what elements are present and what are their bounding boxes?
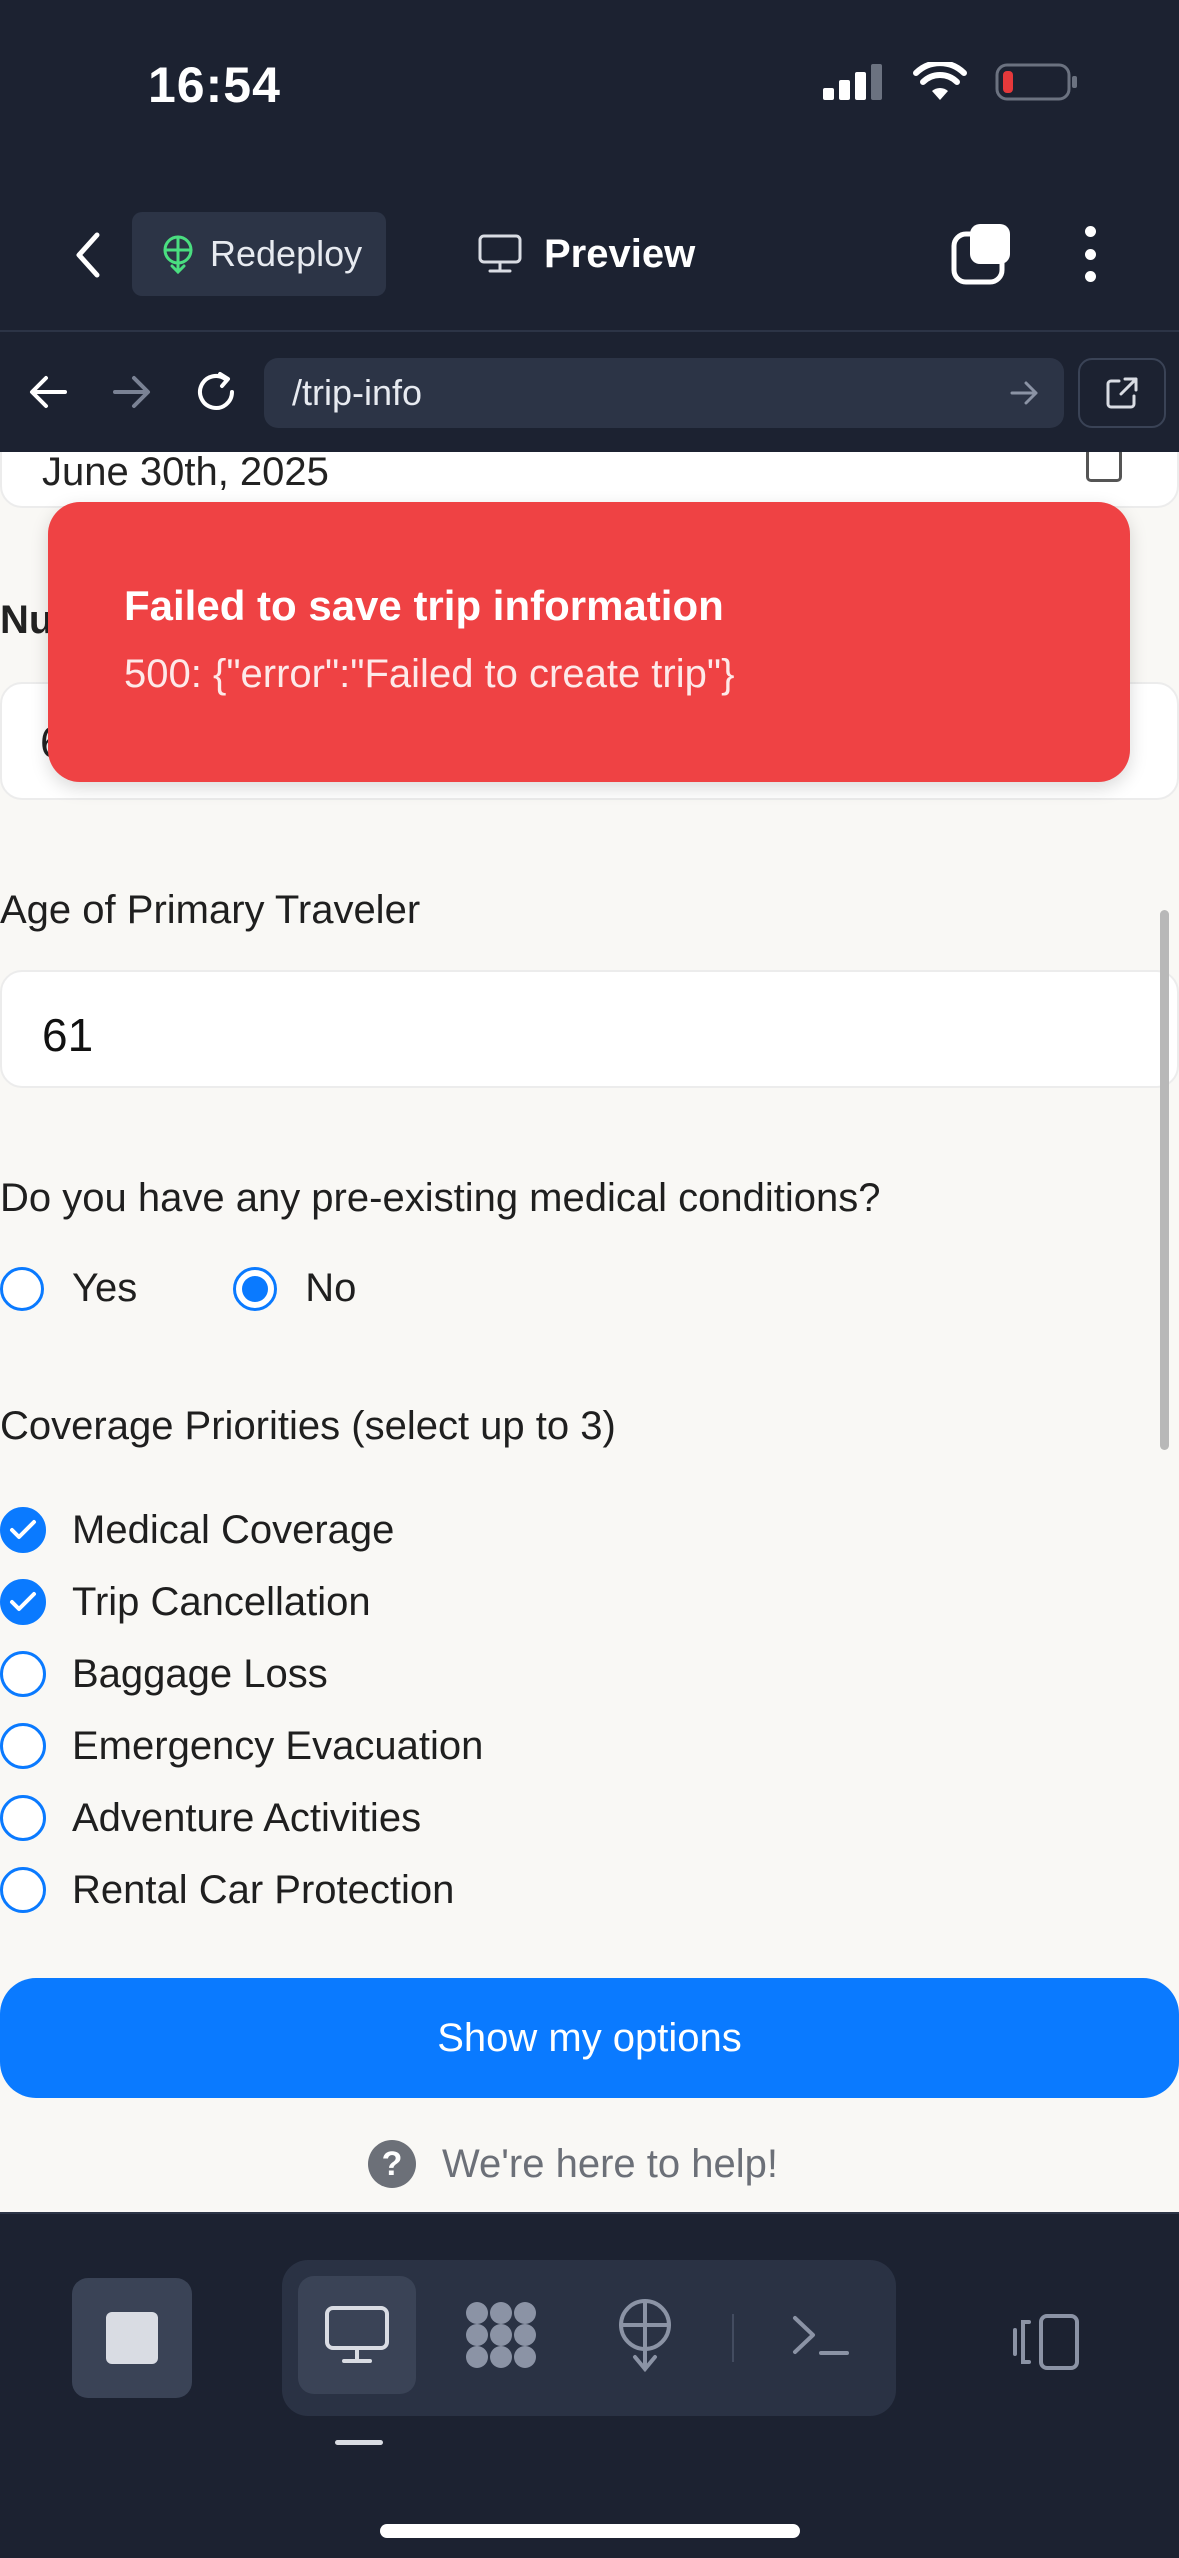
checkbox[interactable] (0, 1795, 46, 1841)
active-tab-indicator (335, 2440, 383, 2445)
status-icons (823, 62, 1079, 102)
radio-no[interactable] (233, 1266, 278, 1311)
browser-back-button[interactable] (18, 362, 78, 422)
panel-toggle-button[interactable] (1006, 2302, 1086, 2382)
panel-icon (1013, 2314, 1079, 2370)
copy-icon (951, 224, 1010, 285)
browser-forward-button[interactable] (102, 362, 162, 422)
priority-label: Trip Cancellation (72, 1579, 371, 1624)
priorities-list: Medical Coverage Trip Cancellation Bagga… (0, 1494, 483, 1926)
error-toast[interactable]: Failed to save trip information 500: {"e… (48, 502, 1130, 782)
shell-tool-button[interactable] (762, 2276, 880, 2394)
tool-switcher (282, 2260, 896, 2416)
travel-date-value: June 30th, 2025 (42, 452, 329, 494)
bottom-toolbar (0, 2212, 1179, 2558)
monitor-icon (478, 234, 522, 273)
priority-emergency-evacuation[interactable]: Emergency Evacuation (0, 1710, 483, 1782)
medical-question: Do you have any pre-existing medical con… (0, 1176, 881, 1220)
home-indicator[interactable] (380, 2524, 800, 2538)
agent-tool-button[interactable] (442, 2276, 560, 2394)
error-toast-title: Failed to save trip information (124, 582, 724, 629)
priority-label: Emergency Evacuation (72, 1723, 484, 1768)
arrow-left-icon (30, 376, 67, 408)
error-toast-message: 500: {"error":"Failed to create trip"} (124, 652, 735, 696)
browser-url-bar: /trip-info (0, 332, 1179, 452)
tool-divider (732, 2314, 734, 2362)
age-field[interactable]: 61 (0, 970, 1179, 1088)
preview-tool-button[interactable] (298, 2276, 416, 2394)
more-dot (1084, 271, 1096, 282)
tabs-button[interactable] (950, 222, 1014, 286)
help-row[interactable]: ? We're here to help! (368, 2140, 778, 2188)
checkbox[interactable] (0, 1867, 46, 1913)
more-dot (1084, 226, 1096, 237)
help-icon: ? (368, 2140, 416, 2188)
priority-rental-car-protection[interactable]: Rental Car Protection (0, 1854, 483, 1926)
reload-button[interactable] (186, 362, 246, 422)
preview-label: Preview (544, 231, 696, 276)
chevron-left-icon (76, 232, 100, 278)
checkmark-icon (10, 1592, 36, 1611)
priority-label: Adventure Activities (72, 1795, 422, 1840)
monitor-icon (325, 2306, 389, 2363)
show-options-button[interactable]: Show my options (0, 1978, 1179, 2098)
url-text: /trip-info (292, 372, 423, 413)
priorities-label: Coverage Priorities (select up to 3) (0, 1404, 616, 1448)
status-bar: 16:54 (0, 0, 1179, 180)
radio-yes[interactable] (0, 1266, 44, 1311)
checkbox-checked[interactable] (0, 1579, 46, 1625)
checkbox[interactable] (0, 1723, 46, 1769)
url-field[interactable]: /trip-info (264, 358, 1064, 428)
agent-icon (466, 2302, 536, 2368)
wifi-icon (913, 62, 967, 100)
travelers-label: Nu (0, 598, 54, 642)
priority-baggage-loss[interactable]: Baggage Loss (0, 1638, 483, 1710)
radio-no-label[interactable]: No (305, 1266, 356, 1311)
age-label: Age of Primary Traveler (0, 888, 421, 932)
url-go-icon[interactable] (1008, 376, 1042, 410)
more-dot (1084, 248, 1096, 260)
travel-date-field[interactable]: June 30th, 2025 (0, 452, 1179, 508)
checkbox-checked[interactable] (0, 1507, 46, 1553)
more-options-button[interactable] (1070, 222, 1110, 286)
terminal-icon (793, 2316, 849, 2355)
scrollbar-thumb[interactable] (1160, 910, 1169, 1450)
preview-tab[interactable]: Preview (478, 216, 695, 292)
back-button[interactable] (58, 220, 118, 290)
status-time: 16:54 (148, 57, 281, 113)
priority-trip-cancellation[interactable]: Trip Cancellation (0, 1566, 483, 1638)
arrow-right-icon (113, 376, 150, 408)
reload-icon (198, 372, 234, 410)
medical-radio-group: Yes No (0, 1266, 356, 1311)
page-content: June 30th, 2025 Nu 6 Age of Primary Trav… (0, 452, 1179, 2212)
priority-medical-coverage[interactable]: Medical Coverage (0, 1494, 483, 1566)
redeploy-label: Redeploy (210, 233, 363, 274)
priority-label: Rental Car Protection (72, 1867, 455, 1912)
calendar-icon[interactable] (1086, 452, 1122, 482)
app-header: Redeploy Preview (0, 180, 1179, 332)
priority-label: Baggage Loss (72, 1651, 328, 1696)
stop-icon (106, 2312, 158, 2364)
deploy-tool-button[interactable] (586, 2276, 704, 2394)
deploy-globe-icon (619, 2299, 671, 2373)
checkmark-icon (10, 1520, 36, 1539)
battery-icon (995, 63, 1077, 101)
help-text: We're here to help! (442, 2141, 778, 2186)
signal-icon (823, 64, 882, 100)
stop-button[interactable] (72, 2278, 192, 2398)
radio-yes-label[interactable]: Yes (72, 1266, 137, 1311)
priority-label: Medical Coverage (72, 1507, 395, 1552)
priority-adventure-activities[interactable]: Adventure Activities (0, 1782, 483, 1854)
redeploy-button[interactable]: Redeploy (132, 212, 386, 296)
external-link-icon (1106, 377, 1138, 409)
checkbox[interactable] (0, 1651, 46, 1697)
age-value: 61 (42, 1009, 94, 1061)
deploy-globe-icon (163, 235, 193, 274)
open-external-button[interactable] (1078, 358, 1166, 428)
